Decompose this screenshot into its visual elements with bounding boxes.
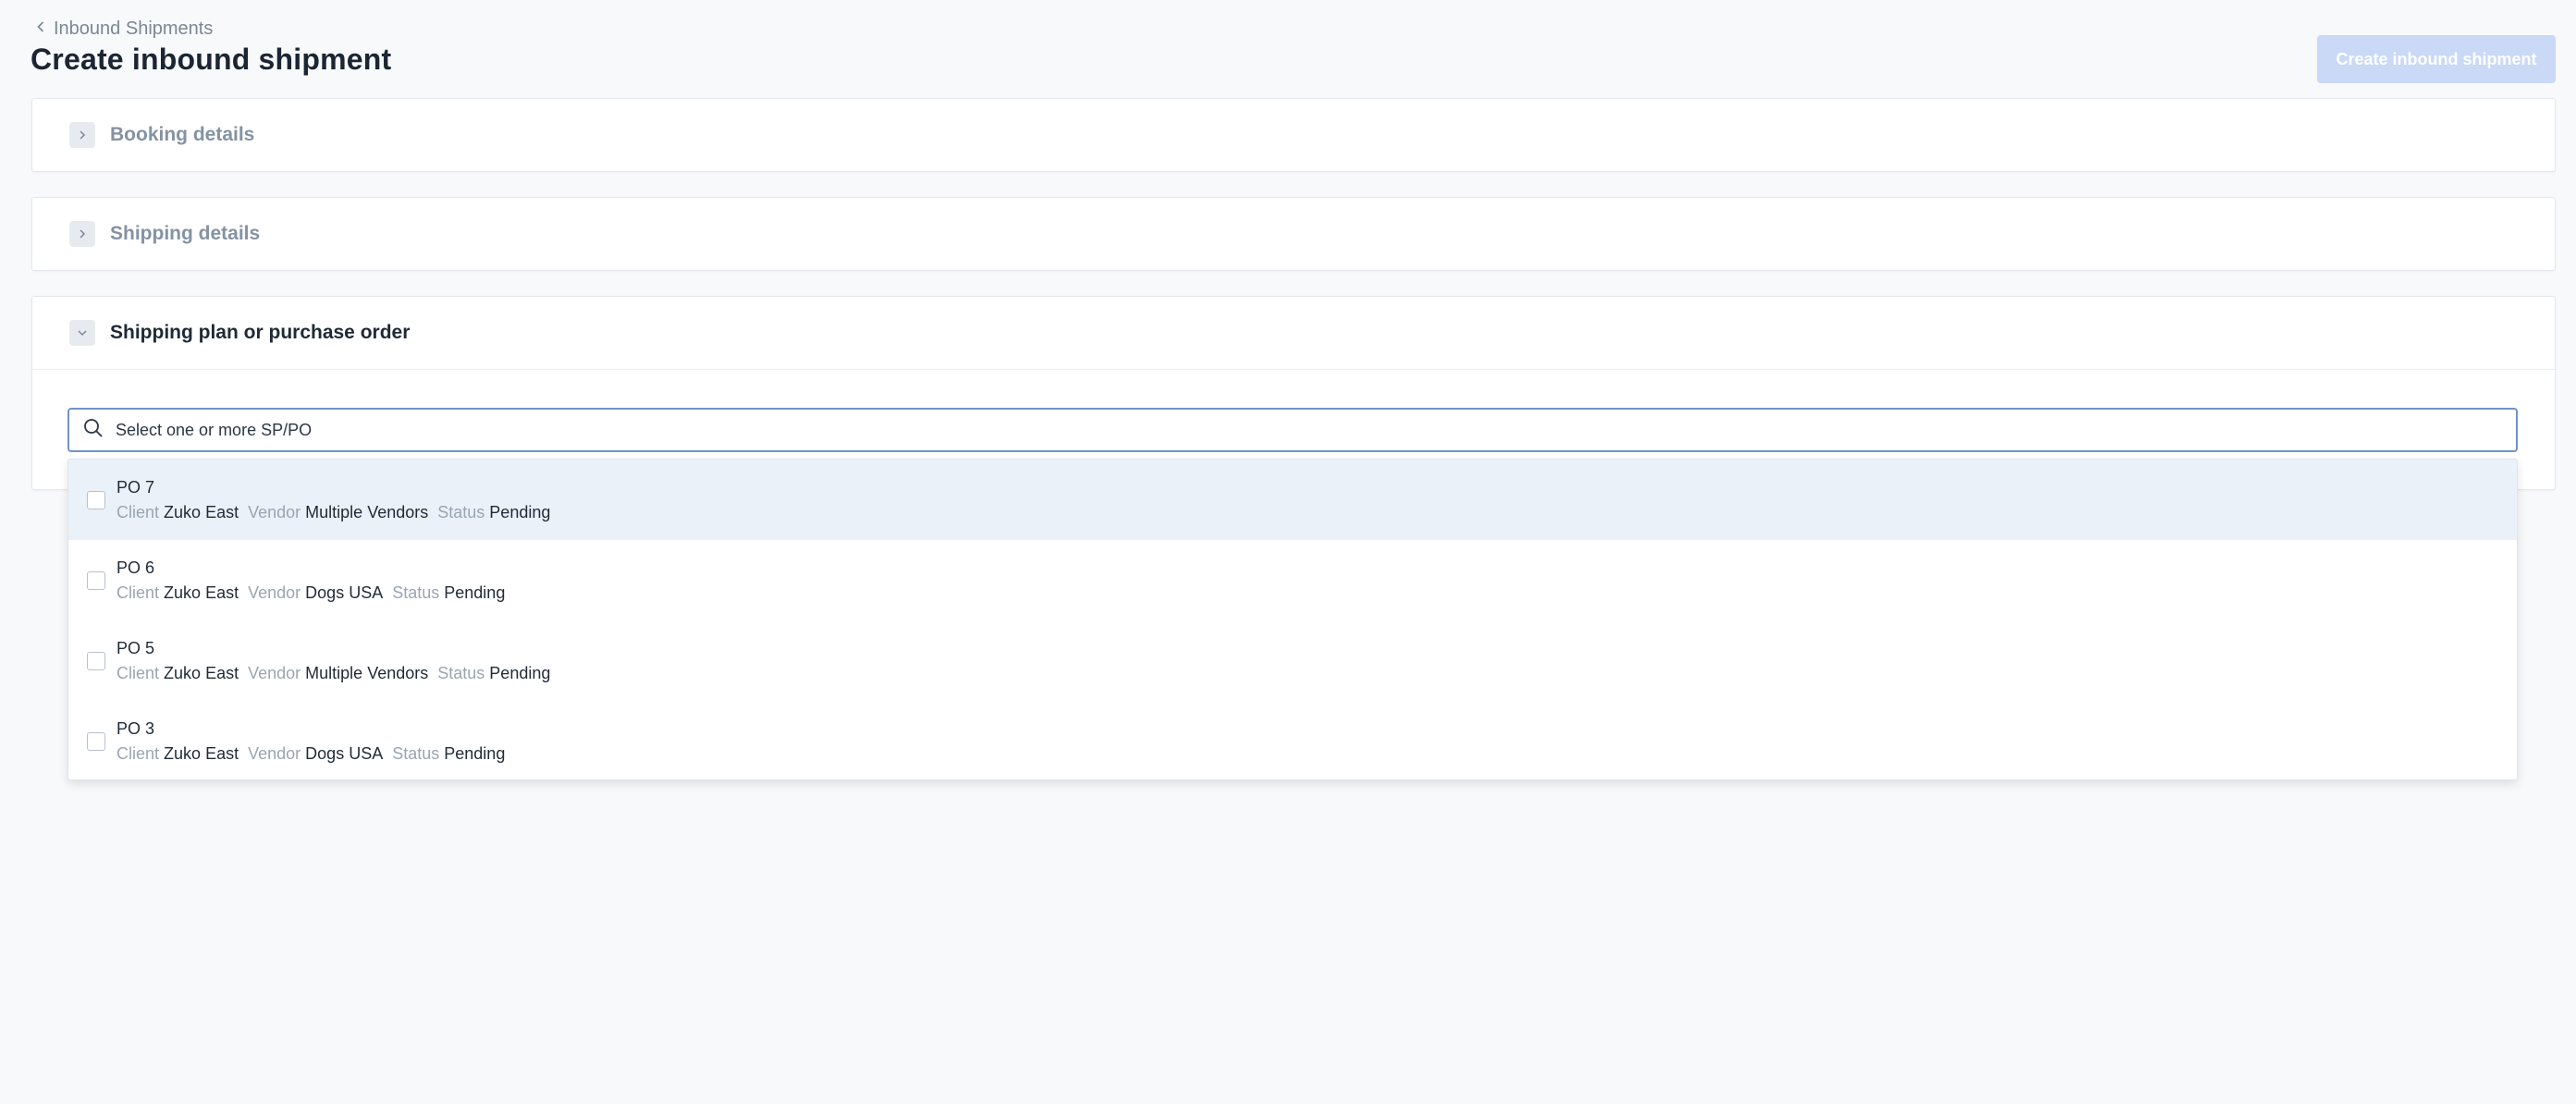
vendor-label: Vendor xyxy=(248,663,301,682)
chevron-right-icon xyxy=(69,122,95,148)
option-meta: Client Zuko East Vendor Multiple Vendors… xyxy=(117,664,559,683)
client-label: Client xyxy=(117,583,160,602)
vendor-value: Multiple Vendors xyxy=(305,663,429,682)
section-title: Shipping plan or purchase order xyxy=(110,322,411,343)
breadcrumb-back-link[interactable]: Inbound Shipments xyxy=(33,18,213,40)
sp-po-dropdown: PO 7 Client Zuko East Vendor Multiple Ve… xyxy=(67,459,2518,780)
vendor-value: Multiple Vendors xyxy=(305,502,429,521)
option-meta: Client Zuko East Vendor Dogs USA Status … xyxy=(117,583,514,603)
list-item[interactable]: PO 6 Client Zuko East Vendor Dogs USA St… xyxy=(68,540,2517,620)
client-label: Client xyxy=(117,663,160,682)
chevron-right-icon xyxy=(69,221,95,247)
vendor-label: Vendor xyxy=(248,502,301,521)
client-value: Zuko East xyxy=(164,502,239,521)
option-text: PO 3 Client Zuko East Vendor Dogs USA St… xyxy=(117,719,514,764)
option-text: PO 5 Client Zuko East Vendor Multiple Ve… xyxy=(117,639,559,683)
section-title: Shipping details xyxy=(110,223,261,244)
shipping-details-toggle[interactable]: Shipping details xyxy=(32,198,2555,270)
sp-po-search-field[interactable] xyxy=(67,408,2518,452)
client-value: Zuko East xyxy=(164,663,239,682)
breadcrumb-label: Inbound Shipments xyxy=(54,18,214,39)
status-label: Status xyxy=(437,663,485,682)
option-name: PO 6 xyxy=(117,558,155,577)
status-label: Status xyxy=(392,743,440,763)
list-item[interactable]: PO 7 Client Zuko East Vendor Multiple Ve… xyxy=(68,460,2517,540)
status-label: Status xyxy=(392,583,440,602)
page-title: Create inbound shipment xyxy=(31,43,392,76)
client-label: Client xyxy=(117,502,160,521)
list-item[interactable]: PO 3 Client Zuko East Vendor Dogs USA St… xyxy=(68,701,2517,779)
section-divider xyxy=(32,369,2555,370)
section-title: Booking details xyxy=(110,124,255,145)
shipping-plan-toggle[interactable]: Shipping plan or purchase order xyxy=(32,297,2555,369)
list-item[interactable]: PO 5 Client Zuko East Vendor Multiple Ve… xyxy=(68,620,2517,701)
option-checkbox[interactable] xyxy=(87,570,105,590)
client-value: Zuko East xyxy=(164,743,239,763)
option-checkbox[interactable] xyxy=(87,731,105,751)
option-name: PO 5 xyxy=(117,638,155,657)
status-value: Pending xyxy=(489,663,551,682)
option-checkbox[interactable] xyxy=(87,651,105,670)
status-value: Pending xyxy=(444,583,506,602)
vendor-value: Dogs USA xyxy=(305,743,384,763)
client-value: Zuko East xyxy=(164,583,239,602)
option-text: PO 7 Client Zuko East Vendor Multiple Ve… xyxy=(117,478,559,522)
booking-details-toggle[interactable]: Booking details xyxy=(32,99,2555,171)
option-text: PO 6 Client Zuko East Vendor Dogs USA St… xyxy=(117,558,514,603)
status-value: Pending xyxy=(444,743,506,763)
shipping-details-section: Shipping details xyxy=(31,197,2556,271)
page: Inbound Shipments Create inbound shipmen… xyxy=(0,0,2576,1104)
client-label: Client xyxy=(117,743,160,763)
option-meta: Client Zuko East Vendor Dogs USA Status … xyxy=(117,744,514,764)
status-value: Pending xyxy=(489,502,551,521)
search-icon xyxy=(82,417,116,444)
option-checkbox[interactable] xyxy=(87,490,105,509)
create-inbound-shipment-button[interactable]: Create inbound shipment xyxy=(2317,35,2556,83)
option-meta: Client Zuko East Vendor Multiple Vendors… xyxy=(117,503,559,522)
status-label: Status xyxy=(437,502,485,521)
sp-po-search-input[interactable] xyxy=(116,411,2483,448)
option-name: PO 7 xyxy=(117,477,155,497)
vendor-label: Vendor xyxy=(248,583,301,602)
booking-details-section: Booking details xyxy=(31,98,2556,172)
option-name: PO 3 xyxy=(117,718,155,738)
vendor-value: Dogs USA xyxy=(305,583,384,602)
chevron-left-icon xyxy=(33,18,48,40)
vendor-label: Vendor xyxy=(248,743,301,763)
chevron-down-icon xyxy=(69,320,95,346)
